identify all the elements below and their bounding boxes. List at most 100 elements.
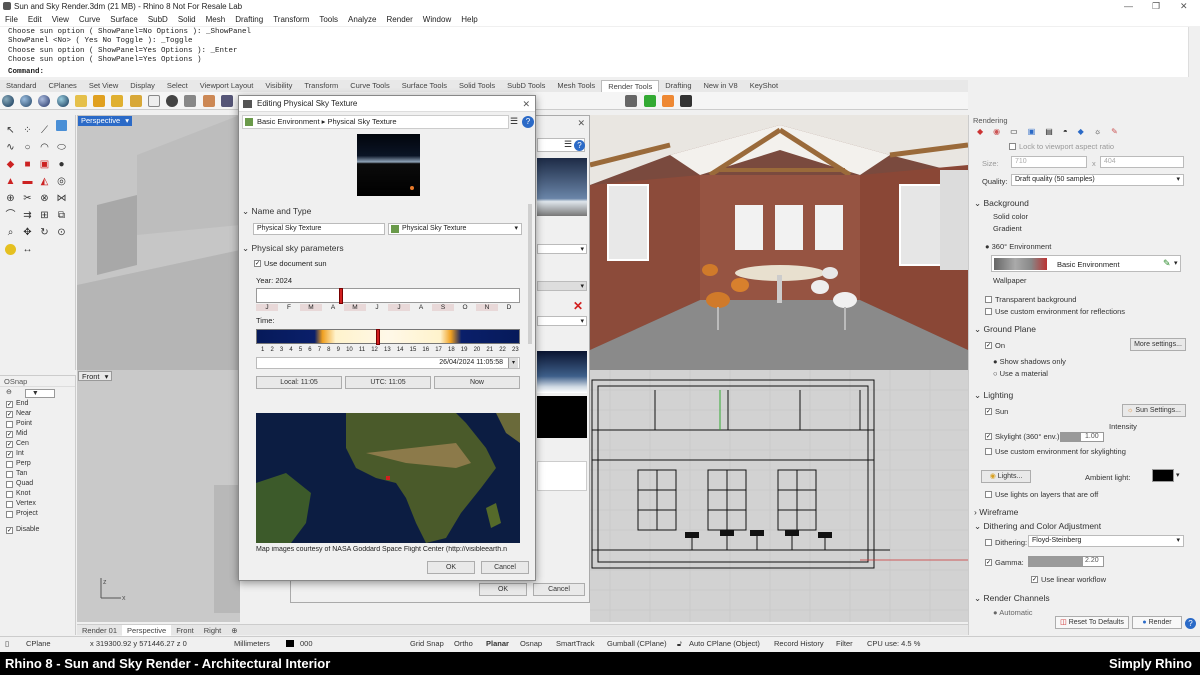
width-field[interactable]: 710: [1011, 156, 1087, 168]
osnap-checkbox[interactable]: [6, 500, 13, 508]
sphere-icon[interactable]: ●: [56, 159, 67, 170]
dithering-section[interactable]: ⌄ Dithering and Color Adjustment: [974, 521, 1101, 532]
tab-drafting[interactable]: Drafting: [659, 80, 697, 92]
tab-transform[interactable]: Transform: [298, 80, 344, 92]
use-material-option[interactable]: ○ Use a material: [993, 369, 1048, 378]
chevron-down-icon[interactable]: ▾: [105, 372, 109, 381]
location-marker[interactable]: [386, 476, 390, 480]
perspective-viewport[interactable]: [77, 115, 240, 370]
osnap-item-cen[interactable]: ✓ Cen: [0, 439, 75, 449]
menu-transform[interactable]: Transform: [268, 13, 314, 26]
chevron-down-icon[interactable]: ▾: [1174, 259, 1178, 267]
time-slider[interactable]: [256, 329, 520, 345]
ambient-color-swatch[interactable]: [1152, 469, 1174, 482]
environment-icon[interactable]: [184, 95, 197, 107]
pan-icon[interactable]: ✥: [22, 227, 33, 238]
chevron-down-icon[interactable]: ▾: [1176, 175, 1180, 185]
mesh-icon[interactable]: ▲: [5, 176, 16, 187]
tab-visibility[interactable]: Visibility: [259, 80, 298, 92]
osnap-item-tan[interactable]: Tan: [0, 469, 75, 479]
help-icon[interactable]: ?: [522, 116, 534, 128]
name-type-section[interactable]: ⌄ Name and Type: [242, 206, 311, 217]
units[interactable]: Millimeters: [234, 637, 270, 650]
layout-icon[interactable]: [56, 120, 67, 131]
menu-icon[interactable]: ☰: [564, 139, 572, 150]
name-field[interactable]: Physical Sky Texture: [253, 223, 385, 235]
dithering-checkbox[interactable]: [985, 539, 992, 546]
osnap-item-quad[interactable]: Quad: [0, 479, 75, 489]
height-field[interactable]: 404: [1100, 156, 1184, 168]
properties-tab-icon[interactable]: ◆: [977, 127, 983, 136]
tab-viewport-layout[interactable]: Viewport Layout: [194, 80, 260, 92]
menu-view[interactable]: View: [47, 13, 74, 26]
render-channels-section[interactable]: ⌄ Render Channels: [974, 593, 1050, 604]
ground-on-checkbox[interactable]: ✓: [985, 342, 992, 349]
record-history-toggle[interactable]: Record History: [774, 637, 824, 650]
bg-dropdown[interactable]: ▾: [537, 244, 587, 254]
viewport-label-front[interactable]: Front ▾: [78, 371, 112, 381]
tab-keyshot[interactable]: KeyShot: [744, 80, 784, 92]
gamma-checkbox[interactable]: ✓: [985, 559, 992, 566]
collapse-icon[interactable]: ⌄: [242, 243, 249, 253]
decal-icon[interactable]: [220, 95, 233, 107]
environments-tab-icon[interactable]: ▣: [1028, 127, 1036, 136]
rect-light-icon[interactable]: [129, 95, 142, 107]
grid-snap-toggle[interactable]: Grid Snap: [410, 637, 444, 650]
now-button[interactable]: Now: [434, 376, 520, 389]
tab-front[interactable]: Front: [171, 625, 199, 636]
viewport-label-perspective[interactable]: Perspective ▾: [78, 116, 132, 126]
osnap-item-end[interactable]: ✓ End: [0, 399, 75, 409]
menu-solid[interactable]: Solid: [173, 13, 201, 26]
use-doc-sun-row[interactable]: ✓ Use document sun: [254, 259, 327, 268]
type-dropdown[interactable]: Physical Sky Texture ▾: [388, 223, 522, 235]
zoom-icon[interactable]: ⌕: [5, 227, 16, 238]
sun-tab-icon[interactable]: ☼: [1094, 127, 1101, 136]
lighting-section[interactable]: ⌄ Lighting: [974, 390, 1013, 401]
custom-env-skylighting-row[interactable]: Use custom environment for skylighting: [985, 447, 1126, 456]
dithering-row[interactable]: Dithering:: [985, 538, 1027, 547]
lights-off-layers-row[interactable]: Use lights on layers that are off: [985, 490, 1098, 499]
skylight-slider[interactable]: 1.00: [1060, 432, 1104, 442]
display-tab-icon[interactable]: ▭: [1010, 127, 1018, 136]
skylight-row[interactable]: ✓ Skylight (360° env.): [985, 432, 1060, 441]
filter-toggle[interactable]: Filter: [836, 637, 853, 650]
material-icon[interactable]: [166, 95, 179, 107]
lights-off-layers-checkbox[interactable]: [985, 491, 992, 498]
custom-env-skylighting-checkbox[interactable]: [985, 448, 992, 455]
sun-settings-button[interactable]: ☼ Sun Settings...: [1122, 404, 1186, 417]
menu-surface[interactable]: Surface: [105, 13, 143, 26]
planar-toggle[interactable]: Planar: [486, 637, 509, 650]
osnap-checkbox[interactable]: ✓: [6, 400, 13, 408]
lights-tab-icon[interactable]: ◓: [1063, 127, 1068, 136]
tab-set-view[interactable]: Set View: [83, 80, 124, 92]
menu-edit[interactable]: Edit: [23, 13, 47, 26]
lock-aspect-row[interactable]: Lock to viewport aspect ratio: [1009, 142, 1114, 151]
osnap-checkbox[interactable]: [6, 480, 13, 488]
tab-curve-tools[interactable]: Curve Tools: [344, 80, 395, 92]
tab-new-in-v8[interactable]: New in V8: [698, 80, 744, 92]
menu-analyze[interactable]: Analyze: [343, 13, 381, 26]
bg-cancel-button[interactable]: Cancel: [533, 583, 585, 596]
tab-mesh-tools[interactable]: Mesh Tools: [551, 80, 601, 92]
osnap-options-icon[interactable]: ⊖: [6, 388, 12, 398]
polyline-icon[interactable]: ⟋: [39, 125, 50, 136]
osnap-checkbox[interactable]: [6, 460, 13, 468]
custom-env-reflections-row[interactable]: Use custom environment for reflections: [985, 307, 1125, 316]
named-views-icon[interactable]: [679, 95, 692, 107]
cone-icon[interactable]: ◭: [39, 176, 50, 187]
rotate-view-icon[interactable]: ↻: [39, 227, 50, 238]
tab-select[interactable]: Select: [161, 80, 194, 92]
ground-plane-icon[interactable]: [147, 95, 160, 107]
tab-render-01[interactable]: Render 01: [77, 625, 122, 636]
utc-time-button[interactable]: UTC: 11:05: [345, 376, 431, 389]
front-viewport[interactable]: z x: [77, 370, 240, 622]
select-arrow-icon[interactable]: ↖: [5, 125, 16, 136]
automatic-option[interactable]: ● Automatic: [993, 608, 1033, 617]
local-time-button[interactable]: Local: 11:05: [256, 376, 342, 389]
texture-icon[interactable]: [202, 95, 215, 107]
datetime-field[interactable]: 26/04/2024 11:05:58 ▾: [256, 357, 520, 369]
env360-option[interactable]: ● 360° Environment: [985, 242, 1051, 251]
light-icon[interactable]: [74, 95, 87, 107]
cplane-label[interactable]: CPlane: [26, 637, 51, 650]
use-doc-sun-checkbox[interactable]: ✓: [254, 260, 261, 267]
